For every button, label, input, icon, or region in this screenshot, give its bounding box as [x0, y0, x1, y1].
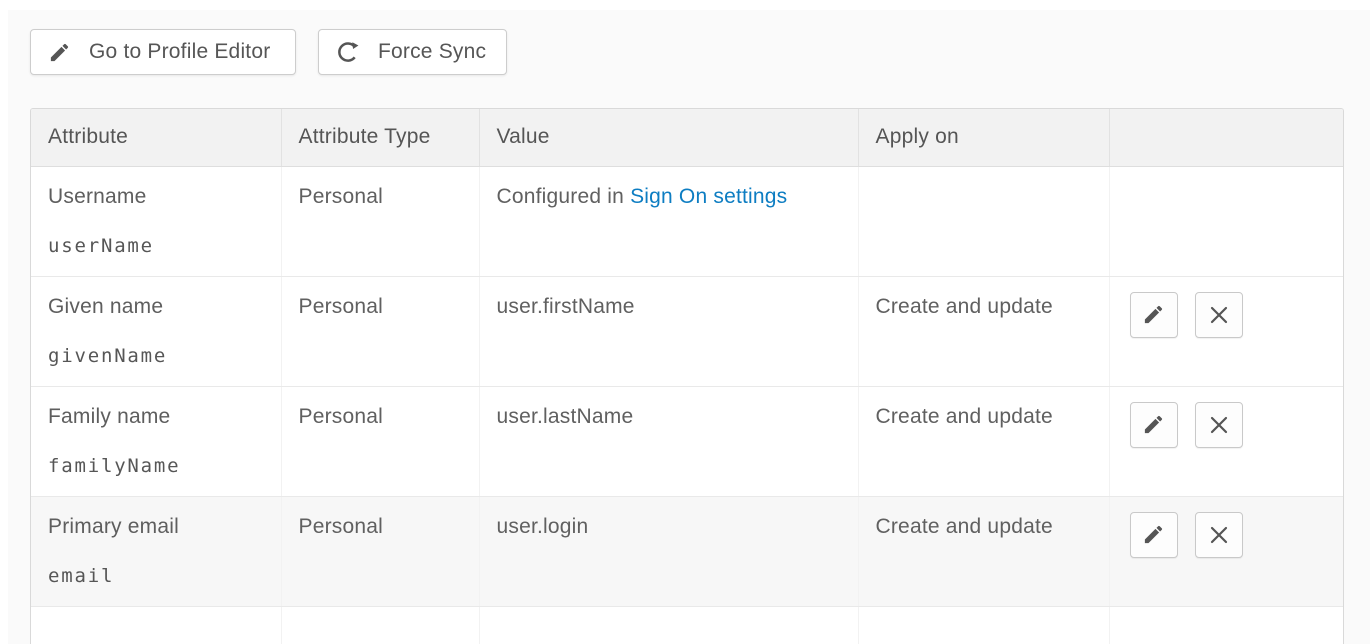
value-text: user.login	[497, 514, 841, 540]
sign-on-settings-link[interactable]: Sign On settings	[630, 185, 787, 208]
go-to-profile-editor-label: Go to Profile Editor	[89, 40, 270, 64]
close-icon	[1209, 415, 1229, 435]
value-text: user.lastName	[497, 404, 841, 430]
force-sync-button[interactable]: Force Sync	[318, 29, 507, 75]
column-header-attribute-type: Attribute Type	[281, 109, 479, 166]
close-icon	[1209, 305, 1229, 325]
apply-on-text: Create and update	[876, 404, 1092, 430]
pencil-icon	[1142, 413, 1165, 436]
attribute-code: userName	[48, 233, 264, 259]
attribute-label: Family name	[48, 404, 264, 430]
table-row-partial	[31, 606, 1343, 644]
delete-attribute-button[interactable]	[1195, 402, 1243, 448]
table-row-username: Username userName Personal Configured in…	[31, 166, 1343, 276]
apply-on-text: Create and update	[876, 514, 1092, 540]
close-icon	[1209, 525, 1229, 545]
attribute-type: Personal	[299, 404, 462, 430]
delete-attribute-button[interactable]	[1195, 512, 1243, 558]
value-text: user.firstName	[497, 294, 841, 320]
pencil-icon	[48, 41, 71, 64]
table-row-given-name: Given name givenName Personal user.first…	[31, 276, 1343, 386]
edit-attribute-button[interactable]	[1130, 292, 1178, 338]
attribute-code: familyName	[48, 453, 264, 479]
value-text: Configured in	[497, 185, 631, 208]
attribute-code: email	[48, 563, 264, 589]
force-sync-label: Force Sync	[378, 40, 486, 64]
column-header-attribute: Attribute	[31, 109, 281, 166]
table-row-family-name: Family name familyName Personal user.las…	[31, 386, 1343, 496]
attribute-type: Personal	[299, 514, 462, 540]
edit-attribute-button[interactable]	[1130, 402, 1178, 448]
column-header-actions	[1109, 109, 1343, 166]
attribute-label: Username	[48, 184, 264, 210]
attribute-type: Personal	[299, 184, 462, 210]
table-row-primary-email: Primary email email Personal user.login …	[31, 496, 1343, 606]
pencil-icon	[1142, 303, 1165, 326]
attribute-type: Personal	[299, 294, 462, 320]
attribute-code: givenName	[48, 343, 264, 369]
apply-on-text: Create and update	[876, 294, 1092, 320]
attribute-mapping-table: Attribute Attribute Type Value Apply on …	[30, 108, 1344, 644]
pencil-icon	[1142, 523, 1165, 546]
edit-attribute-button[interactable]	[1130, 512, 1178, 558]
toolbar: Go to Profile Editor Force Sync	[30, 29, 507, 75]
go-to-profile-editor-button[interactable]: Go to Profile Editor	[30, 29, 296, 75]
refresh-icon	[336, 40, 360, 64]
attribute-label: Primary email	[48, 514, 264, 540]
table-header-row: Attribute Attribute Type Value Apply on	[31, 109, 1343, 166]
column-header-value: Value	[479, 109, 858, 166]
delete-attribute-button[interactable]	[1195, 292, 1243, 338]
attribute-label: Given name	[48, 294, 264, 320]
column-header-apply-on: Apply on	[858, 109, 1109, 166]
